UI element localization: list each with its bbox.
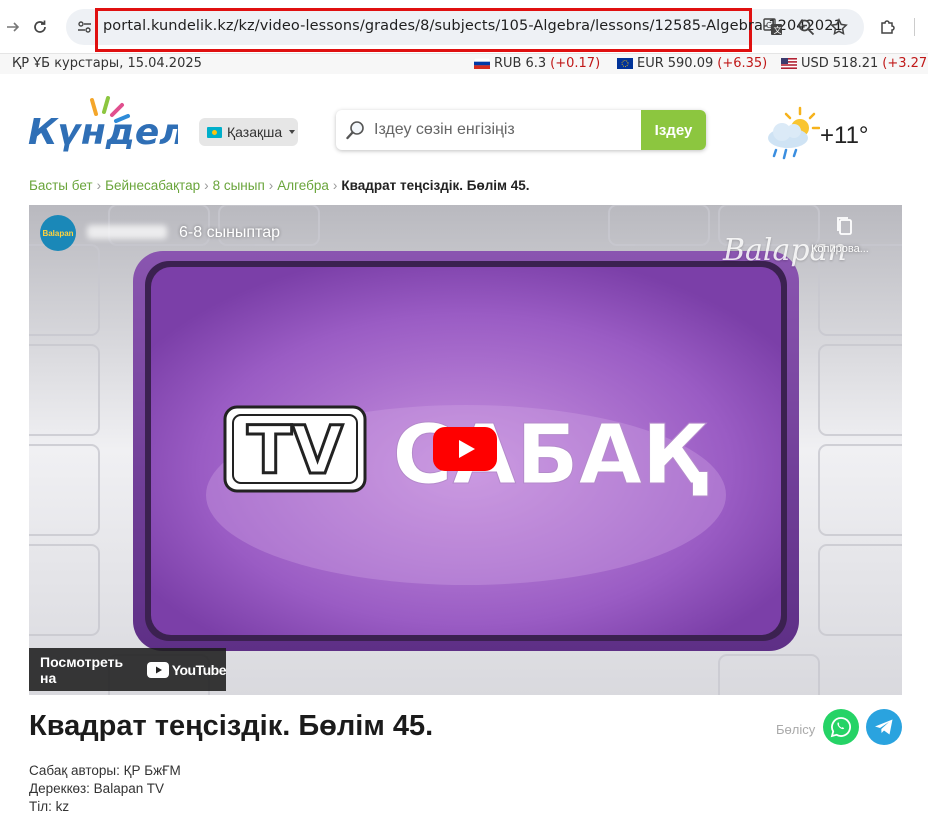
svg-text:文: 文 [774,25,782,35]
language-label: Қазақша [227,124,283,140]
breadcrumb-home[interactable]: Басты бет [29,178,93,193]
video-player[interactable]: TV САБАҚ Balapan 6-8 сыныптар Balapan Ко… [29,205,902,695]
svg-text:TV: TV [247,412,343,489]
breadcrumb-current: Квадрат теңсіздік. Бөлім 45. [341,178,530,193]
svg-text:Күнделік: Күнделік [28,112,178,153]
breadcrumb-separator: › [268,178,274,193]
url-text[interactable]: portal.kundelik.kz/kz/video-lessons/grad… [103,18,843,34]
breadcrumb-separator: › [204,178,209,193]
whatsapp-share-button[interactable] [823,709,859,745]
channel-avatar[interactable]: Balapan [40,215,76,251]
currency-date: ҚР ҰБ курстары, 15.04.2025 [12,56,202,71]
lesson-author: Сабақ авторы: ҚР БжҒМ [29,763,181,778]
tv-logo-box: TV [223,405,367,493]
currency-rub: RUB 6.3 (+0.17) [473,56,600,71]
bookmark-star-icon[interactable] [826,14,852,40]
extensions-icon[interactable] [875,14,901,40]
search-icon [346,120,366,140]
share-label: Бөлісу [776,722,816,737]
telegram-icon [875,719,893,735]
reload-icon[interactable] [27,14,53,40]
weather-sun-rain-icon [764,106,821,164]
breadcrumb-subject[interactable]: Алгебра [277,178,329,193]
watch-on-label: Посмотреть на [40,653,124,686]
video-title[interactable]: 6-8 сыныптар [179,224,280,242]
breadcrumb-separator: › [332,178,338,193]
toolbar-divider [914,18,915,36]
eu-flag-icon [617,58,633,69]
page-title: Квадрат теңсіздік. Бөлім 45. [29,710,434,742]
search-input[interactable] [374,110,636,150]
breadcrumb: Басты бет › Бейнесабақтар › 8 сынып › Ал… [29,178,530,193]
temperature: +11° [820,122,869,149]
breadcrumb-grade[interactable]: 8 сынып [213,178,265,193]
play-button-icon[interactable] [433,427,497,471]
currency-eur: EUR 590.09 (+6.35) [617,56,767,71]
kazakhstan-flag-icon [207,126,222,138]
chevron-down-icon [289,130,296,134]
zoom-icon[interactable] [793,14,819,40]
copy-link-icon[interactable] [835,215,855,237]
breadcrumb-video-lessons[interactable]: Бейнесабақтар [105,178,200,193]
breadcrumb-separator: › [96,178,102,193]
telegram-share-button[interactable] [866,709,902,745]
translate-icon[interactable]: G文 [760,14,786,40]
copy-link-label[interactable]: Копирова... [811,243,869,255]
usa-flag-icon [781,58,797,69]
lesson-source: Дереккөз: Balapan TV [29,781,164,796]
forward-arrow-icon[interactable] [0,14,26,40]
whatsapp-icon [830,717,851,738]
currency-bar: ҚР ҰБ курстары, 15.04.2025 RUB 6.3 (+0.1… [0,54,928,74]
site-info-icon[interactable] [74,16,96,38]
kundelik-logo[interactable]: Күнделік [28,96,224,162]
search-button[interactable]: Іздеу [641,110,706,150]
lesson-language: Тіл: kz [29,799,70,814]
youtube-play-icon [146,661,169,678]
blurred-channel-name [87,225,167,239]
russia-flag-icon [473,57,491,69]
youtube-logo: YouTube [146,661,227,678]
language-selector[interactable]: Қазақша [199,118,298,146]
browser-toolbar: portal.kundelik.kz/kz/video-lessons/grad… [0,0,928,54]
currency-usd: USD 518.21 (+3.27) [781,56,928,71]
watch-on-youtube-button[interactable]: Посмотреть на YouTube [29,648,227,691]
